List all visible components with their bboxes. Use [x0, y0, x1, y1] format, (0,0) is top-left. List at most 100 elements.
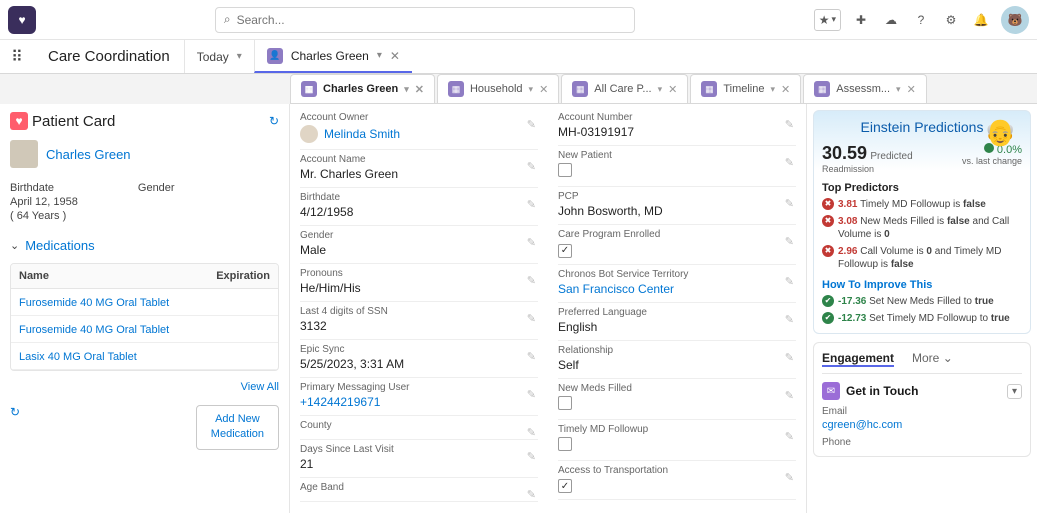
medication-link[interactable]: Furosemide 40 MG Oral Tablet: [19, 297, 169, 309]
chevron-down-icon[interactable]: ▾: [237, 51, 242, 62]
edit-pencil-icon[interactable]: ✎: [527, 118, 536, 131]
field-label: Timely MD Followup: [558, 424, 796, 435]
sub-tab[interactable]: ▦All Care P...▾✕: [561, 74, 688, 103]
refresh-icon[interactable]: ↻: [10, 405, 20, 419]
sub-tab[interactable]: ▦ Assessm... ▾ ✕: [803, 74, 927, 103]
chevron-down-icon[interactable]: ▾: [771, 84, 776, 95]
positive-bullet-icon: ✔: [822, 295, 834, 307]
nav-tab-today[interactable]: Today ▾: [184, 40, 254, 73]
close-icon[interactable]: ✕: [668, 83, 677, 96]
chevron-down-icon[interactable]: ▾: [658, 84, 663, 95]
field-value-link[interactable]: Melinda Smith: [324, 127, 400, 141]
favorites-menu[interactable]: ★▾: [814, 9, 841, 31]
field-label: Age Band: [300, 482, 538, 493]
view-all-link[interactable]: View All: [241, 381, 279, 393]
detail-field: PCPJohn Bosworth, MD✎: [558, 187, 796, 225]
edit-pencil-icon[interactable]: ✎: [527, 488, 536, 501]
expand-button[interactable]: ▾: [1007, 384, 1022, 399]
detail-field: Birthdate4/12/1958✎: [300, 188, 538, 226]
field-value: English: [558, 320, 796, 334]
edit-pencil-icon[interactable]: ✎: [785, 313, 794, 326]
edit-pencil-icon[interactable]: ✎: [785, 351, 794, 364]
edit-pencil-icon[interactable]: ✎: [527, 426, 536, 439]
app-name: Care Coordination: [34, 40, 184, 73]
edit-pencil-icon[interactable]: ✎: [527, 312, 536, 325]
detail-field: Primary Messaging User+14244219671✎: [300, 378, 538, 416]
global-search[interactable]: ⌕: [215, 7, 635, 33]
chevron-down-icon[interactable]: ▾: [404, 84, 409, 95]
col-expiration: Expiration: [208, 264, 278, 288]
refresh-icon[interactable]: ↻: [269, 114, 279, 128]
detail-field: New Patient✎: [558, 146, 796, 187]
chevron-down-icon[interactable]: ▾: [896, 84, 901, 95]
close-icon[interactable]: ✕: [907, 83, 916, 96]
add-icon[interactable]: ✚: [851, 10, 871, 30]
edit-pencil-icon[interactable]: ✎: [785, 156, 794, 169]
edit-pencil-icon[interactable]: ✎: [785, 430, 794, 443]
medication-link[interactable]: Lasix 40 MG Oral Tablet: [19, 351, 137, 363]
edit-pencil-icon[interactable]: ✎: [785, 275, 794, 288]
field-label: Pronouns: [300, 268, 538, 279]
edit-pencil-icon[interactable]: ✎: [527, 350, 536, 363]
field-value: 3132: [300, 319, 538, 333]
medications-section-toggle[interactable]: ⌄ Medications: [10, 238, 279, 253]
medication-link[interactable]: Furosemide 40 MG Oral Tablet: [19, 324, 169, 336]
edit-pencil-icon[interactable]: ✎: [527, 450, 536, 463]
checkbox: [558, 396, 572, 410]
checkbox: [558, 437, 572, 451]
notifications-bell-icon[interactable]: 🔔: [971, 10, 991, 30]
app-launcher-icon[interactable]: ⠿: [0, 40, 34, 73]
detail-field: Last 4 digits of SSN3132✎: [300, 302, 538, 340]
detail-field: Age Band✎: [300, 478, 538, 502]
edit-pencil-icon[interactable]: ✎: [527, 198, 536, 211]
email-value-link[interactable]: cgreen@hc.com: [822, 419, 902, 431]
edit-pencil-icon[interactable]: ✎: [785, 389, 794, 402]
edit-pencil-icon[interactable]: ✎: [785, 235, 794, 248]
close-icon[interactable]: ✕: [390, 49, 400, 63]
field-label: New Meds Filled: [558, 383, 796, 394]
tab-engagement[interactable]: Engagement: [822, 351, 894, 367]
app-logo-icon[interactable]: ♥: [8, 6, 36, 34]
field-label: County: [300, 420, 538, 431]
sub-tab-label: All Care P...: [594, 83, 651, 95]
close-icon[interactable]: ✕: [781, 83, 790, 96]
sub-tab[interactable]: ▦Household▾✕: [437, 74, 559, 103]
edit-pencil-icon[interactable]: ✎: [527, 388, 536, 401]
improve-heading[interactable]: How To Improve This: [822, 279, 1022, 291]
search-input[interactable]: [237, 13, 626, 27]
field-value-link[interactable]: +14244219671: [300, 395, 380, 409]
tab-more[interactable]: More ⌄: [912, 351, 953, 367]
edit-pencil-icon[interactable]: ✎: [527, 274, 536, 287]
close-icon[interactable]: ✕: [539, 83, 548, 96]
improvement-row: ✔-17.36 Set New Meds Filled to true: [822, 295, 1022, 308]
chevron-down-icon[interactable]: ▾: [529, 84, 534, 95]
edit-pencil-icon[interactable]: ✎: [785, 197, 794, 210]
field-label: Account Number: [558, 112, 796, 123]
help-icon[interactable]: ?: [911, 10, 931, 30]
nav-tab-charles-green[interactable]: 👤 Charles Green ▾ ✕: [254, 40, 412, 73]
patient-name-link[interactable]: Charles Green: [46, 147, 131, 162]
top-predictors-heading: Top Predictors: [822, 182, 1022, 194]
chevron-down-icon[interactable]: ▾: [377, 50, 382, 61]
close-icon[interactable]: ✕: [415, 83, 424, 96]
record-icon: ▦: [814, 81, 830, 97]
detail-field: Epic Sync5/25/2023, 3:31 AM✎: [300, 340, 538, 378]
sub-tab-label: Assessm...: [836, 83, 890, 95]
field-value: 4/12/1958: [300, 205, 538, 219]
field-label: Relationship: [558, 345, 796, 356]
edit-pencil-icon[interactable]: ✎: [785, 471, 794, 484]
field-value-link[interactable]: San Francisco Center: [558, 282, 674, 296]
setup-gear-icon[interactable]: ⚙: [941, 10, 961, 30]
sub-tab[interactable]: ▦Timeline▾✕: [690, 74, 801, 103]
salesforce-icon[interactable]: ☁: [881, 10, 901, 30]
edit-pencil-icon[interactable]: ✎: [527, 236, 536, 249]
checkbox: ✓: [558, 479, 572, 493]
edit-pencil-icon[interactable]: ✎: [785, 118, 794, 131]
field-value: MH-03191917: [558, 125, 796, 139]
add-new-medication-button[interactable]: Add New Medication: [196, 405, 279, 450]
field-label: PCP: [558, 191, 796, 202]
user-avatar[interactable]: 🐻: [1001, 6, 1029, 34]
sub-tab[interactable]: ▦Charles Green▾✕: [290, 74, 435, 103]
edit-pencil-icon[interactable]: ✎: [527, 160, 536, 173]
contact-icon: ✉: [822, 382, 840, 400]
